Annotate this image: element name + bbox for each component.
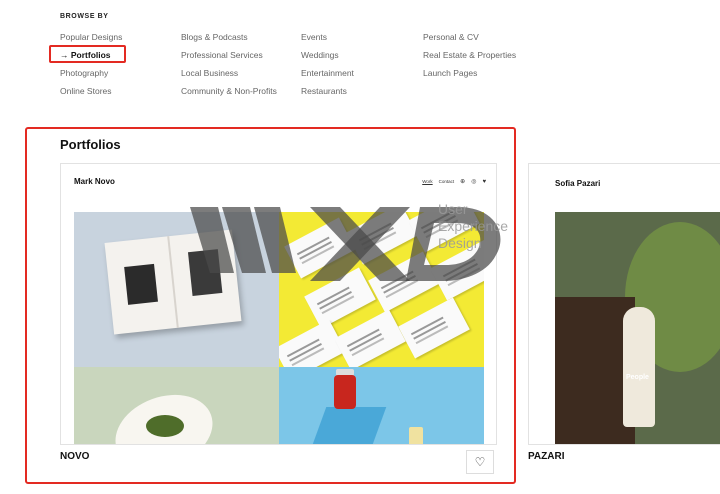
browse-link-community-non-profits[interactable]: Community & Non-Profits: [181, 86, 277, 104]
open-book-image: [104, 229, 242, 335]
nav-link-contact: Contact: [438, 179, 455, 184]
portfolios-highlight-box: [49, 45, 126, 63]
browse-title: BROWSE BY: [60, 13, 109, 20]
search-icon: ⊕: [460, 179, 466, 185]
browse-link-launch-pages[interactable]: Launch Pages: [423, 68, 516, 86]
watermark-line-user: User: [438, 201, 468, 217]
browse-column-1: Popular Designs → Portfolios Photography…: [60, 32, 122, 104]
browse-link-events[interactable]: Events: [301, 32, 354, 50]
instagram-icon: ◎: [471, 179, 477, 185]
card-preview-image: [74, 212, 484, 444]
heart-icon: ♡: [474, 455, 486, 469]
template-card-novo[interactable]: Mark Novo Work Contact ⊕ ◎ ♥: [60, 163, 497, 445]
heart-icon: ♥: [482, 178, 486, 185]
watermark-line-experience: Experience: [438, 218, 509, 234]
browse-link-real-estate[interactable]: Real Estate & Properties: [423, 50, 516, 68]
browse-link-entertainment[interactable]: Entertainment: [301, 68, 354, 86]
watermark-line-design: Design: [438, 235, 482, 251]
browse-link-restaurants[interactable]: Restaurants: [301, 86, 354, 104]
template-card-pazari[interactable]: Sofia Pazari People: [528, 163, 720, 445]
browse-link-photography[interactable]: Photography: [60, 68, 122, 86]
card-site-name: Mark Novo: [74, 177, 115, 186]
browse-link-blogs-podcasts[interactable]: Blogs & Podcasts: [181, 32, 277, 50]
card-site-nav: Work Contact ⊕ ◎ ♥: [422, 178, 486, 186]
browse-link-local-business[interactable]: Local Business: [181, 68, 277, 86]
preview-tile-plate: [74, 367, 279, 444]
image-overlay-label: People: [626, 374, 649, 381]
watermark-text: User Experience Design: [438, 201, 508, 252]
preview-tile-jar: [279, 367, 484, 444]
browse-column-4: Personal & CV Real Estate & Properties L…: [423, 32, 516, 86]
browse-column-3: Events Weddings Entertainment Restaurant…: [301, 32, 354, 104]
card-label-pazari[interactable]: PAZARI: [528, 451, 564, 462]
nav-link-work: Work: [422, 179, 433, 184]
card-site-name: Sofia Pazari: [555, 179, 601, 188]
browse-link-personal-cv[interactable]: Personal & CV: [423, 32, 516, 50]
card-preview-image: People: [555, 212, 720, 444]
browse-link-weddings[interactable]: Weddings: [301, 50, 354, 68]
favorite-button[interactable]: ♡: [466, 450, 494, 474]
browse-column-2: Blogs & Podcasts Professional Services L…: [181, 32, 277, 104]
card-label-novo[interactable]: NOVO: [60, 451, 89, 462]
preview-tile-book: [74, 212, 279, 367]
section-title: Portfolios: [60, 137, 121, 152]
browse-link-professional-services[interactable]: Professional Services: [181, 50, 277, 68]
browse-link-online-stores[interactable]: Online Stores: [60, 86, 122, 104]
